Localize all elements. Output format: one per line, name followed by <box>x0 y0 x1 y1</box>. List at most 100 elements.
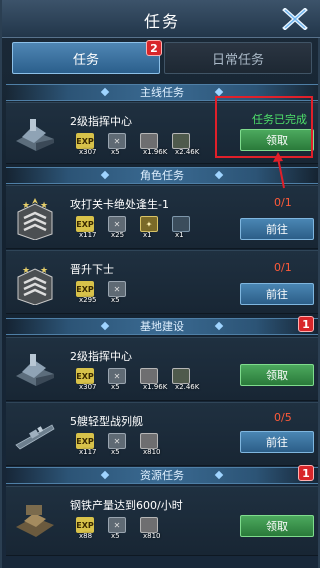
section-title: 主线任务 <box>140 86 184 99</box>
tab-tasks[interactable]: 任务 <box>12 42 160 74</box>
task-progress: 0/1 <box>274 261 292 274</box>
supply-box-icon: ✕ <box>108 216 126 232</box>
task-card: ★ ★ 晋升下士 EXP x295 ✕ x5 0/1 前往 <box>6 250 318 314</box>
diamond-icon <box>100 87 110 97</box>
task-card: 2级指挥中心 EXP x307 ✕ x5 x1.96K x2.46K 领取 <box>6 337 318 401</box>
battleship-icon <box>15 424 55 450</box>
reward-item: x2.46K <box>166 368 200 394</box>
fuel-icon <box>172 368 190 384</box>
diamond-icon <box>100 170 110 180</box>
reward-item: EXP x295 <box>70 281 100 307</box>
steel-icon <box>140 433 158 449</box>
claim-button[interactable]: 领取 <box>240 364 314 386</box>
tab-bar: 任务 2 日常任务 <box>8 40 316 76</box>
close-button[interactable] <box>274 4 316 34</box>
medal-icon: ✦ <box>140 216 158 232</box>
section-header-base: 基地建设 <box>6 318 318 335</box>
reward-qty: x5 <box>111 148 120 156</box>
reward-item: ✦ x1 <box>134 216 164 242</box>
claim-button[interactable]: 领取 <box>240 515 314 537</box>
task-title: 5艘轻型战列舰 <box>70 415 143 428</box>
tab-badge: 2 <box>146 40 162 56</box>
reward-item: x1 <box>166 216 196 242</box>
exp-icon: EXP <box>76 433 94 449</box>
go-button[interactable]: 前往 <box>240 218 314 240</box>
reward-item: ✕ x5 <box>102 368 132 394</box>
reward-item: EXP x307 <box>70 368 100 394</box>
reward-item: x810 <box>134 433 164 459</box>
task-card: 5艘轻型战列舰 EXP x117 ✕ x5 x810 0/5 前往 <box>6 402 318 466</box>
button-label: 前往 <box>266 288 288 301</box>
reward-qty: x5 <box>111 532 120 540</box>
reward-item: ✕ x5 <box>102 433 132 459</box>
reward-item: EXP x117 <box>70 433 100 459</box>
reward-list: EXP x307 ✕ x5 x1.96K x2.46K <box>70 368 200 396</box>
go-button[interactable]: 前往 <box>240 431 314 453</box>
section-badge: 1 <box>298 465 314 481</box>
reward-item: ✕ x5 <box>102 133 132 159</box>
button-label: 领取 <box>266 520 288 533</box>
reward-qty: x295 <box>79 296 97 304</box>
reward-qty: x5 <box>111 296 120 304</box>
section-badge: 1 <box>298 316 314 332</box>
reward-item: x810 <box>134 517 164 543</box>
rank-insignia-icon: ★ ★ <box>17 198 53 240</box>
supply-box-icon: ✕ <box>108 281 126 297</box>
supply-box-icon: ✕ <box>108 517 126 533</box>
reward-item: EXP x88 <box>70 517 100 543</box>
ship-part-icon <box>172 216 190 232</box>
reward-qty: x25 <box>111 231 125 239</box>
task-progress: 0/5 <box>274 411 292 424</box>
task-panel: 任务 任务 2 日常任务 主线任务 2级指挥中心 EXP x307 ✕ x5 x… <box>0 0 320 568</box>
reward-qty: x117 <box>79 231 97 239</box>
command-center-icon <box>16 354 54 386</box>
exp-icon: EXP <box>76 517 94 533</box>
reward-item: ✕ x5 <box>102 517 132 543</box>
task-title: 攻打关卡绝处逢生-1 <box>70 198 169 211</box>
button-label: 前往 <box>266 223 288 236</box>
section-title: 基地建设 <box>140 320 184 333</box>
exp-icon: EXP <box>76 216 94 232</box>
go-button[interactable]: 前往 <box>240 283 314 305</box>
task-progress: 0/1 <box>274 196 292 209</box>
diamond-icon <box>214 321 224 331</box>
reward-item: x1.96K <box>134 368 168 394</box>
reward-qty: x2.46K <box>175 148 200 156</box>
reward-list: EXP x117 ✕ x5 x810 <box>70 433 164 461</box>
fuel-icon <box>172 133 190 149</box>
reward-qty: x1 <box>175 231 184 239</box>
task-card: 钢铁产量达到600/小时 EXP x88 ✕ x5 x810 领取 <box>6 486 318 556</box>
reward-qty: x307 <box>79 383 97 391</box>
page-title: 任务 <box>143 12 180 31</box>
title-bar: 任务 <box>2 0 320 38</box>
tab-daily-tasks[interactable]: 日常任务 <box>164 42 312 74</box>
reward-qty: x810 <box>143 532 161 540</box>
section-title: 角色任务 <box>140 169 184 182</box>
reward-qty: x1 <box>143 231 152 239</box>
exp-icon: EXP <box>76 368 94 384</box>
diamond-icon <box>214 87 224 97</box>
reward-item: ✕ x5 <box>102 281 132 307</box>
task-title: 2级指挥中心 <box>70 350 132 363</box>
exp-icon: EXP <box>76 133 94 149</box>
reward-qty: x5 <box>111 448 120 456</box>
reward-qty: x1.96K <box>143 148 168 156</box>
steel-icon <box>140 517 158 533</box>
reward-list: EXP x295 ✕ x5 <box>70 281 132 309</box>
reward-qty: x2.46K <box>175 383 200 391</box>
task-card: ★ ★ 攻打关卡绝处逢生-1 EXP x117 ✕ x25 ✦ x1 x1 0/… <box>6 185 318 249</box>
red-arrow-icon <box>273 152 285 189</box>
task-title: 2级指挥中心 <box>70 115 132 128</box>
reward-list: EXP x88 ✕ x5 x810 <box>70 517 164 545</box>
close-icon <box>282 8 308 30</box>
button-label: 领取 <box>266 369 288 382</box>
steel-factory-icon <box>16 505 54 537</box>
tab-label: 日常任务 <box>211 52 264 68</box>
supply-box-icon: ✕ <box>108 133 126 149</box>
tab-label: 任务 <box>72 52 99 68</box>
rank-insignia-icon: ★ ★ <box>17 266 53 305</box>
reward-qty: x1.96K <box>143 383 168 391</box>
diamond-icon <box>100 321 110 331</box>
section-title: 资源任务 <box>140 469 184 482</box>
reward-qty: x307 <box>79 148 97 156</box>
